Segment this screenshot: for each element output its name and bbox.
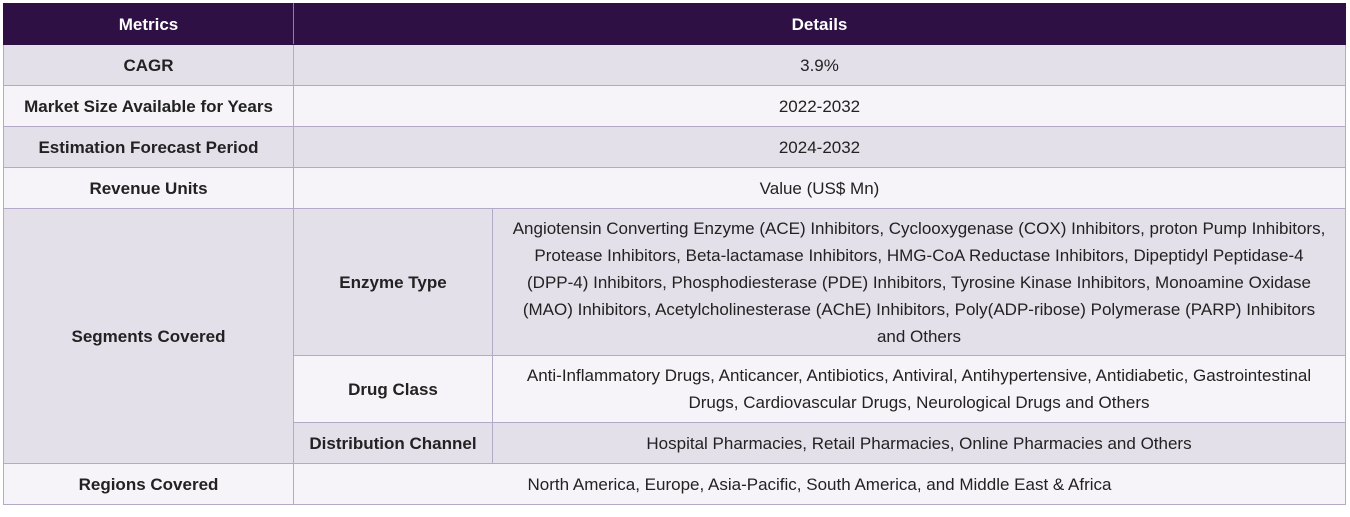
details-column-header: Details <box>293 3 1346 45</box>
cagr-value: 3.9% <box>293 44 1346 86</box>
revenue-units-value: Value (US$ Mn) <box>293 167 1346 209</box>
drug-class-value: Anti-Inflammatory Drugs, Anticancer, Ant… <box>492 355 1346 423</box>
report-metrics-table: Metrics Details CAGR 3.9% Market Size Av… <box>3 3 1346 505</box>
market-size-label: Market Size Available for Years <box>3 85 294 127</box>
revenue-units-label: Revenue Units <box>3 167 294 209</box>
regions-covered-label: Regions Covered <box>3 463 294 505</box>
drug-class-label: Drug Class <box>293 355 493 423</box>
market-size-value: 2022-2032 <box>293 85 1346 127</box>
table-row-enzyme-type: Segments Covered Enzyme Type Angiotensin… <box>3 208 1346 464</box>
regions-covered-value: North America, Europe, Asia-Pacific, Sou… <box>293 463 1346 505</box>
report-metrics-table-container: Metrics Details CAGR 3.9% Market Size Av… <box>3 3 1346 505</box>
distribution-channel-label: Distribution Channel <box>293 422 493 464</box>
table-row-regions-covered: Regions Covered North America, Europe, A… <box>3 463 1346 505</box>
cagr-label: CAGR <box>3 44 294 86</box>
table-row-market-size: Market Size Available for Years 2022-203… <box>3 85 1346 127</box>
table-row-forecast-period: Estimation Forecast Period 2024-2032 <box>3 126 1346 168</box>
table-row-revenue-units: Revenue Units Value (US$ Mn) <box>3 167 1346 209</box>
distribution-channel-value: Hospital Pharmacies, Retail Pharmacies, … <box>492 422 1346 464</box>
table-header-row: Metrics Details <box>3 3 1346 45</box>
metrics-column-header: Metrics <box>3 3 294 45</box>
table-row-cagr: CAGR 3.9% <box>3 44 1346 86</box>
forecast-period-label: Estimation Forecast Period <box>3 126 294 168</box>
segments-covered-label: Segments Covered <box>3 208 294 464</box>
forecast-period-value: 2024-2032 <box>293 126 1346 168</box>
enzyme-type-label: Enzyme Type <box>293 208 493 356</box>
enzyme-type-value: Angiotensin Converting Enzyme (ACE) Inhi… <box>492 208 1346 356</box>
